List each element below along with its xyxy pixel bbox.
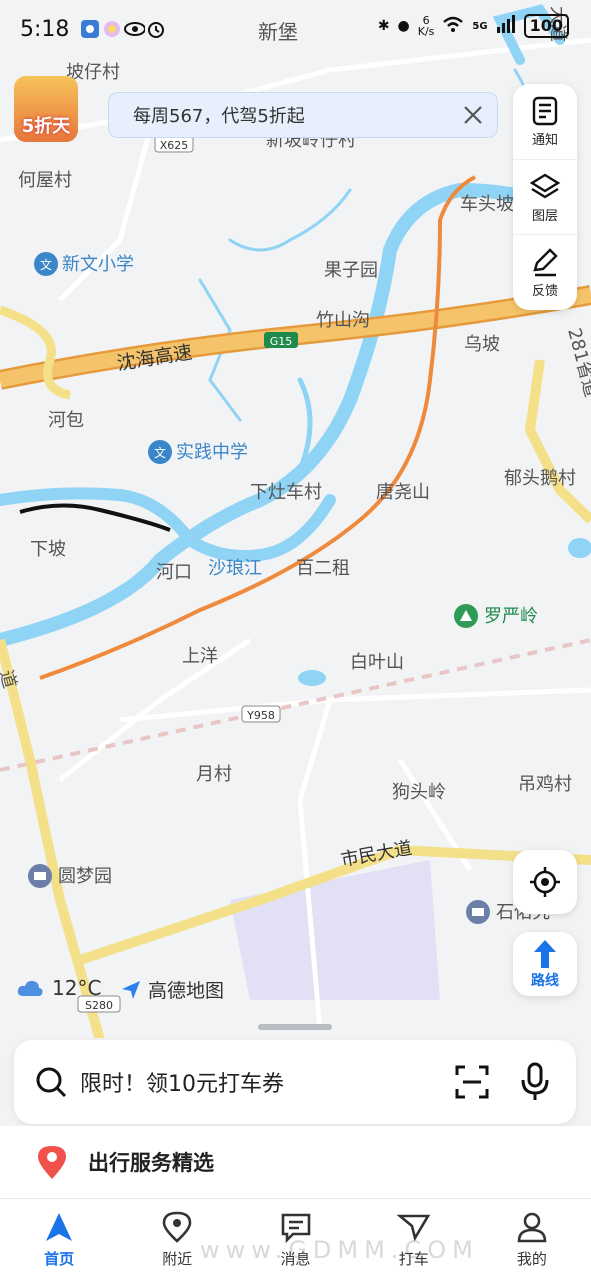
location-pin-red-icon: [38, 1146, 66, 1179]
nav-home[interactable]: 首页: [0, 1199, 118, 1280]
notification-icon: [532, 96, 558, 126]
microphone-icon[interactable]: [520, 1062, 550, 1102]
scan-icon[interactable]: [454, 1064, 490, 1100]
place-label: 河包: [48, 410, 84, 431]
poi-icon: [28, 864, 52, 888]
cloud-icon: [17, 980, 43, 996]
nav-label: 我的: [516, 1250, 547, 1268]
search-bar[interactable]: 限时！领10元打车券: [14, 1040, 576, 1124]
place-label: 竹山沟: [316, 310, 370, 331]
place-label: 果子园: [324, 260, 378, 281]
place-label: 白叶山: [350, 652, 404, 673]
place-label: 上洋: [182, 646, 218, 667]
place-label: 百二租: [296, 558, 350, 579]
scenic-icon: [454, 604, 478, 628]
place-label: 郁头鹅村: [504, 468, 576, 489]
poi-icon: [466, 900, 490, 924]
home-arrow-icon: [46, 1213, 73, 1241]
close-icon[interactable]: [461, 103, 485, 127]
road-badge-x625: X625: [154, 135, 194, 153]
scenic-label: 罗严岭: [484, 606, 538, 627]
edit-feedback-icon: [533, 248, 558, 277]
svg-text:X625: X625: [160, 139, 189, 152]
svg-text:文: 文: [40, 257, 52, 272]
app-notification-icon: [79, 18, 101, 40]
nav-label: 首页: [44, 1250, 75, 1268]
route-button[interactable]: 路线: [513, 932, 577, 996]
place-label: 下坡: [30, 539, 66, 560]
search-placeholder: 限时！领10元打车券: [80, 1072, 284, 1097]
toolbar-label: 通知: [531, 132, 558, 148]
place-label: 月村: [196, 764, 232, 785]
app-notification-icon: [101, 18, 123, 40]
school-label: 新文小学: [62, 254, 134, 275]
user-icon: [517, 1212, 547, 1243]
school-icon: 文: [34, 252, 58, 276]
toolbar-label: 图层: [531, 208, 558, 224]
svg-text:G15: G15: [270, 335, 293, 348]
bluetooth-icon: ✱: [377, 18, 390, 34]
svg-text:文: 文: [154, 445, 166, 460]
place-label: 何屋村: [18, 170, 72, 191]
mascot-label: 5折天: [21, 116, 71, 137]
layers-icon: [529, 173, 561, 198]
layers-button[interactable]: 图层: [513, 160, 577, 236]
feedback-button[interactable]: 反馈: [513, 235, 577, 310]
place-label: 乌坡: [464, 334, 500, 355]
amap-logo: 高德地图: [120, 976, 224, 1003]
place-label: 狗头岭: [392, 782, 446, 803]
locate-icon: [530, 867, 560, 897]
toolbar-label: 反馈: [531, 284, 558, 300]
wifi-icon: [442, 15, 464, 37]
location-icon: ●: [397, 18, 410, 34]
watermark: www.GDMM.COM: [200, 1236, 479, 1264]
weather-widget[interactable]: 12°C: [16, 976, 101, 1000]
place-label: 车头坡: [460, 194, 514, 215]
signal-type: 5G: [472, 20, 488, 32]
travel-services-section[interactable]: 出行服务精选: [0, 1126, 591, 1198]
location-pin-icon: [162, 1211, 192, 1243]
promo-banner[interactable]: 每周567，代驾5折起: [108, 92, 498, 138]
signal-icon: [496, 15, 516, 37]
place-label: 吊鸡村: [518, 774, 572, 795]
nav-profile[interactable]: 我的: [473, 1199, 591, 1280]
promo-text: 每周567，代驾5折起: [133, 106, 305, 127]
sheet-drag-handle[interactable]: [258, 1024, 332, 1030]
route-arrow-icon: [534, 940, 556, 968]
search-icon: [36, 1067, 67, 1098]
locate-button[interactable]: [513, 850, 577, 914]
svg-text:S280: S280: [85, 999, 113, 1012]
notification-button[interactable]: 通知: [513, 84, 577, 160]
river-label: 沙琅江: [208, 558, 262, 579]
place-label: 圆梦园: [58, 866, 112, 887]
school-label: 实践中学: [176, 442, 248, 463]
nav-label: 附近: [162, 1250, 193, 1268]
place-label: 下灶车村: [250, 482, 322, 503]
place-label: 河口: [156, 562, 192, 583]
promo-mascot-icon[interactable]: 5折天: [14, 76, 78, 142]
services-title: 出行服务精选: [88, 1151, 214, 1175]
svg-text:Y958: Y958: [246, 709, 275, 722]
battery-indicator: 100: [523, 14, 569, 38]
school-icon: 文: [148, 440, 172, 464]
route-label: 路线: [531, 973, 559, 989]
alarm-icon: [145, 18, 167, 40]
status-center-label: 新堡: [258, 20, 298, 44]
road-badge-y958: Y958: [241, 705, 281, 723]
eye-icon: [123, 18, 146, 40]
amap-logo-icon: [122, 980, 140, 999]
temperature: 12°C: [52, 976, 102, 1000]
net-speed: 6 K/s: [417, 14, 435, 38]
status-bar: 5:18 新堡 ✱ ● 6 K/s 5G 100: [0, 0, 591, 58]
map-canvas[interactable]: X625 G15 Y958 S280 坡仔村 新坡岭仔村 何屋村 新文小学 果子…: [0, 0, 591, 1200]
map-toolbar: 通知 图层 反馈: [513, 84, 577, 310]
place-label: 唐尧山: [376, 482, 430, 503]
status-time: 5:18: [20, 16, 70, 42]
road-badge-g15: G15: [264, 332, 298, 348]
logo-text: 高德地图: [148, 980, 225, 1002]
